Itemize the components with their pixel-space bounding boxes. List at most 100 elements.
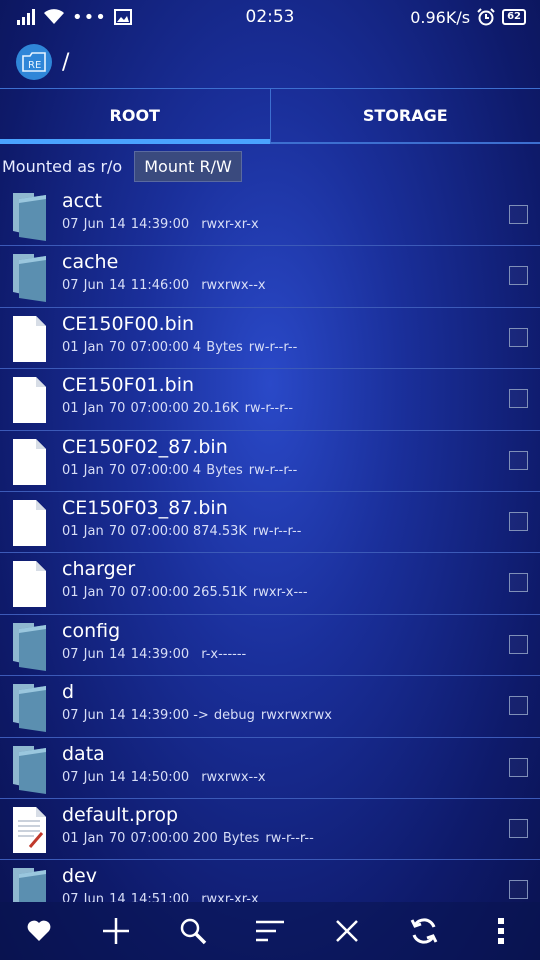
select-checkbox[interactable]	[509, 634, 528, 654]
tab-root[interactable]: ROOT	[0, 89, 270, 144]
app-logo-icon[interactable]: RE	[16, 44, 52, 80]
file-size: 20.16K	[192, 401, 239, 417]
file-permissions: rwxr-xr-x	[201, 892, 259, 902]
file-size: 4 Bytes	[192, 462, 243, 478]
file-date: 01 Jan 70 07:00:00	[62, 830, 189, 846]
file-icon	[10, 314, 50, 364]
wifi-icon	[44, 9, 64, 24]
file-date: 07 Jun 14 14:51:00	[62, 892, 190, 902]
file-permissions: rw-r--r--	[252, 523, 302, 539]
file-size: 874.53K	[192, 523, 247, 539]
file-date: 07 Jun 14 14:50:00	[62, 769, 190, 785]
alarm-icon	[477, 8, 495, 26]
refresh-button[interactable]	[397, 904, 451, 958]
file-name: config	[62, 619, 121, 642]
file-size: -> debug	[193, 708, 255, 724]
file-name: charger	[62, 558, 136, 581]
folder-icon	[10, 621, 50, 671]
sort-button[interactable]	[243, 904, 297, 958]
select-checkbox[interactable]	[509, 327, 528, 347]
file-row[interactable]: default.prop 01 Jan 70 07:00:00 200 Bytes r…	[0, 799, 540, 861]
select-checkbox[interactable]	[509, 511, 528, 531]
signal-icon	[17, 9, 35, 25]
file-icon	[10, 437, 50, 487]
select-checkbox[interactable]	[509, 757, 528, 777]
file-meta: 07 Jun 14 14:50:00 rwxrwx--x	[62, 770, 266, 785]
app-bar: RE /	[0, 38, 540, 86]
folder-icon	[10, 252, 50, 303]
close-icon	[336, 920, 359, 942]
tab-storage[interactable]: STORAGE	[269, 89, 540, 142]
battery-icon: 62	[502, 9, 526, 25]
select-checkbox[interactable]	[509, 696, 528, 716]
file-meta: 07 Jun 14 11:46:00 rwxrwx--x	[62, 278, 266, 293]
file-permissions: rwxrwx--x	[201, 278, 266, 294]
file-row[interactable]: CE150F02_87.bin 01 Jan 70 07:00:00 4 Bytes…	[0, 431, 540, 492]
network-speed: 0.96K/s	[410, 7, 471, 27]
select-checkbox[interactable]	[509, 266, 528, 286]
file-row[interactable]: CE150F03_87.bin 01 Jan 70 07:00:00 874.53K…	[0, 492, 540, 554]
close-button[interactable]	[320, 904, 374, 958]
file-icon	[10, 375, 50, 425]
file-meta: 01 Jan 70 07:00:00 874.53K rw-r--r--	[62, 524, 301, 539]
add-button[interactable]	[89, 904, 143, 958]
file-permissions: rw-r--r--	[248, 462, 298, 478]
search-button[interactable]	[166, 904, 220, 958]
select-checkbox[interactable]	[509, 880, 528, 900]
file-row[interactable]: d 07 Jun 14 14:39:00 -> debug rwxrwxrwx	[0, 676, 540, 738]
file-date: 07 Jun 14 14:39:00	[62, 708, 190, 724]
refresh-icon	[410, 918, 438, 944]
file-permissions: rwxrwx--x	[201, 769, 266, 785]
file-meta: 07 Jun 14 14:39:00 rwxr-xr-x	[62, 217, 259, 232]
file-meta: 01 Jan 70 07:00:00 200 Bytes rw-r--r--	[62, 831, 314, 846]
file-permissions: r-x------	[201, 646, 247, 662]
select-checkbox[interactable]	[509, 450, 528, 470]
select-checkbox[interactable]	[509, 573, 528, 593]
overflow-menu-button[interactable]	[474, 904, 528, 958]
file-name: dev	[62, 865, 97, 888]
search-icon	[180, 918, 207, 945]
file-date: 01 Jan 70 07:00:00	[62, 339, 189, 355]
heart-icon	[27, 920, 50, 941]
favorite-button[interactable]	[12, 904, 66, 958]
file-meta: 01 Jan 70 07:00:00 265.51K rwxr-x---	[62, 585, 308, 600]
file-meta: 01 Jan 70 07:00:00 4 Bytes rw-r--r--	[62, 340, 297, 355]
file-date: 07 Jun 14 14:39:00	[62, 217, 190, 232]
file-row[interactable]: CE150F01.bin 01 Jan 70 07:00:00 20.16K rw-r…	[0, 369, 540, 431]
select-checkbox[interactable]	[509, 205, 528, 224]
file-name: CE150F03_87.bin	[62, 496, 228, 519]
file-row[interactable]: charger 01 Jan 70 07:00:00 265.51K rwxr-x--…	[0, 553, 540, 615]
file-row[interactable]: CE150F00.bin 01 Jan 70 07:00:00 4 Bytes rw-…	[0, 308, 540, 370]
tab-bar: ROOT STORAGE	[0, 88, 540, 144]
file-row[interactable]: acct 07 Jun 14 14:39:00 rwxr-xr-x	[0, 185, 540, 247]
mount-rw-button[interactable]: Mount R/W	[134, 150, 242, 182]
file-date: 01 Jan 70 07:00:00	[62, 523, 189, 539]
more-notifications-icon: •••	[72, 6, 107, 28]
file-permissions: rwxr-x---	[252, 585, 308, 601]
file-row[interactable]: config 07 Jun 14 14:39:00 r-x------	[0, 615, 540, 677]
file-meta: 01 Jan 70 07:00:00 4 Bytes rw-r--r--	[62, 463, 297, 478]
status-bar: ••• 02:53 0.96K/s 62	[0, 0, 540, 34]
file-row[interactable]: cache 07 Jun 14 11:46:00 rwxrwx--x	[0, 246, 540, 308]
file-permissions: rw-r--r--	[265, 830, 314, 846]
mount-row: Mounted as r/o Mount R/W	[0, 149, 242, 183]
mount-status-label: Mounted as r/o	[2, 156, 123, 176]
file-meta: 07 Jun 14 14:51:00 rwxr-xr-x	[62, 892, 259, 902]
plus-icon	[102, 918, 129, 944]
file-name: default.prop	[62, 803, 179, 826]
file-name: CE150F00.bin	[62, 312, 195, 335]
sort-icon	[255, 920, 284, 942]
file-date: 07 Jun 14 14:39:00	[62, 646, 190, 662]
file-name: d	[62, 681, 75, 704]
file-date: 01 Jan 70 07:00:00	[62, 462, 189, 478]
file-row[interactable]: dev 07 Jun 14 14:51:00 rwxr-xr-x	[0, 860, 540, 902]
select-checkbox[interactable]	[509, 389, 528, 409]
file-date: 01 Jan 70 07:00:00	[62, 585, 189, 601]
status-right: 0.96K/s 62	[410, 8, 526, 27]
file-icon	[10, 559, 50, 609]
select-checkbox[interactable]	[509, 818, 528, 838]
file-permissions: rw-r--r--	[248, 339, 298, 355]
folder-icon	[10, 744, 50, 794]
image-notification-icon	[113, 9, 132, 25]
file-row[interactable]: data 07 Jun 14 14:50:00 rwxrwx--x	[0, 738, 540, 799]
